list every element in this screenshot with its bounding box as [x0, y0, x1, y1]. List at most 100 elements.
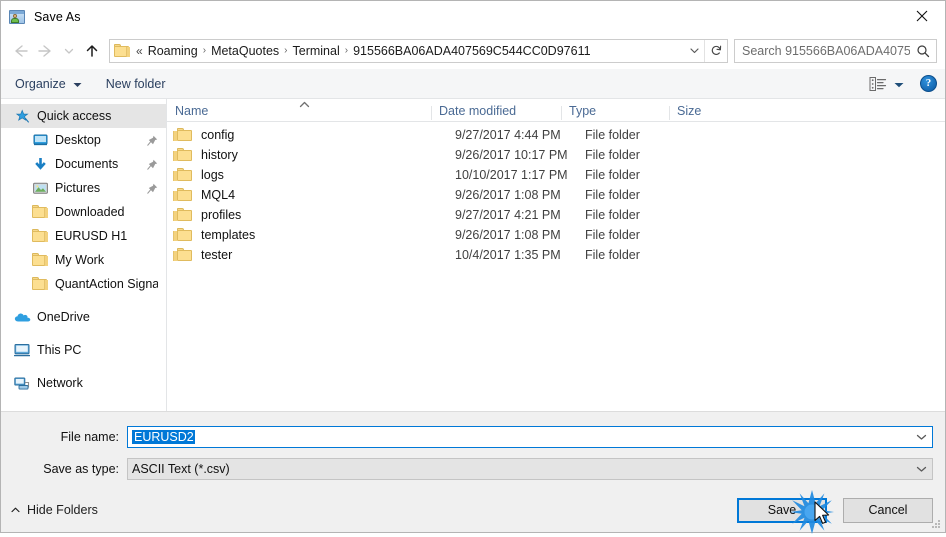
save-as-dialog: Save As « Roaming › MetaQuotes › Termina… [0, 0, 946, 534]
folder-icon [173, 208, 193, 222]
sidebar-item-quick-access[interactable]: Quick access [1, 104, 166, 128]
sidebar-item-my-work[interactable]: My Work [1, 248, 166, 272]
table-row[interactable]: logs 10/10/2017 1:17 PM File folder [167, 165, 945, 185]
sidebar-item-this-pc[interactable]: This PC [1, 338, 166, 362]
table-row[interactable]: history 9/26/2017 10:17 PM File folder [167, 145, 945, 165]
sidebar-item-pictures[interactable]: Pictures [1, 176, 166, 200]
organize-button[interactable]: Organize [15, 77, 82, 91]
back-button[interactable] [7, 38, 33, 64]
sidebar-item-label: Desktop [55, 133, 101, 147]
breadcrumb-overflow[interactable]: « [135, 44, 145, 58]
file-name: tester [201, 248, 233, 262]
folder-icon [173, 248, 193, 262]
table-row[interactable]: config 9/27/2017 4:44 PM File folder [167, 125, 945, 145]
file-date: 9/27/2017 4:21 PM [455, 208, 561, 222]
save-as-type-label: Save as type: [43, 461, 119, 476]
breadcrumb-separator: › [284, 45, 288, 56]
sidebar-item-eurusd-h1[interactable]: EURUSD H1 [1, 224, 166, 248]
breadcrumb-item-3[interactable]: 915566BA06ADA407569C544CC0D97611 [350, 44, 593, 58]
file-date: 10/4/2017 1:35 PM [455, 248, 561, 262]
forward-button[interactable] [33, 38, 59, 64]
column-header-type[interactable]: Type [561, 104, 669, 121]
column-header-date-modified[interactable]: Date modified [431, 104, 561, 121]
search-input[interactable]: Search 915566BA06ADA40756... [734, 38, 937, 63]
cloud-icon [13, 309, 31, 325]
file-list-pane: Name Date modified Type Size config 9/27… [167, 99, 945, 411]
picture-icon [31, 180, 49, 196]
new-folder-button[interactable]: New folder [106, 77, 166, 91]
view-caret-down-icon [894, 77, 904, 91]
pin-icon[interactable] [147, 159, 158, 170]
address-bar[interactable]: « Roaming › MetaQuotes › Terminal › 9155… [109, 38, 728, 63]
address-chevron-down-icon[interactable] [684, 40, 704, 62]
breadcrumb-separator: › [202, 45, 207, 56]
sidebar-item-label: OneDrive [37, 310, 90, 324]
file-name-value: EURUSD2 [132, 429, 195, 444]
star-pin-icon [13, 108, 31, 124]
file-type: File folder [585, 128, 640, 142]
folder-icon [173, 188, 193, 202]
file-name-row: File name: EURUSD2 [1, 424, 945, 449]
navigation-bar: « Roaming › MetaQuotes › Terminal › 9155… [1, 32, 945, 69]
pin-icon[interactable] [147, 183, 158, 194]
table-row[interactable]: profiles 9/27/2017 4:21 PM File folder [167, 205, 945, 225]
file-name-value-wrap: EURUSD2 [128, 429, 910, 444]
sidebar-item-onedrive[interactable]: OneDrive [1, 305, 166, 329]
dialog-body: Quick access Desktop Documents Pictures … [1, 99, 945, 411]
sidebar-item-label: Downloaded [55, 205, 125, 219]
search-placeholder: Search 915566BA06ADA40756... [742, 43, 910, 58]
view-options-button[interactable] [869, 76, 904, 92]
file-name: logs [201, 168, 224, 182]
save-as-type-chevron-down-icon[interactable] [910, 459, 932, 479]
refresh-icon[interactable] [704, 39, 727, 62]
file-type: File folder [585, 148, 640, 162]
table-row[interactable]: tester 10/4/2017 1:35 PM File folder [167, 245, 945, 265]
breadcrumb-separator: › [344, 45, 349, 56]
close-icon[interactable] [899, 1, 945, 31]
sidebar-item-desktop[interactable]: Desktop [1, 128, 166, 152]
resize-grip[interactable] [930, 518, 942, 530]
sidebar-item-quantaction-signal[interactable]: QuantAction Signal [1, 272, 166, 296]
caret-up-icon [11, 507, 20, 513]
save-as-app-icon [9, 9, 26, 25]
sidebar-item-label: My Work [55, 253, 105, 267]
network-icon [13, 375, 31, 391]
up-button[interactable] [79, 38, 105, 64]
table-row[interactable]: templates 9/26/2017 1:08 PM File folder [167, 225, 945, 245]
file-type: File folder [585, 168, 640, 182]
sidebar-item-label: Network [37, 376, 83, 390]
hide-folders-button[interactable]: Hide Folders [11, 503, 98, 517]
table-row[interactable]: MQL4 9/26/2017 1:08 PM File folder [167, 185, 945, 205]
save-as-type-select[interactable]: ASCII Text (*.csv) [127, 457, 933, 480]
file-date: 9/26/2017 1:08 PM [455, 188, 561, 202]
organize-label: Organize [15, 76, 66, 91]
file-date: 9/26/2017 10:17 PM [455, 148, 568, 162]
pin-icon[interactable] [147, 135, 158, 146]
title-bar: Save As [1, 1, 945, 32]
file-name: MQL4 [201, 188, 236, 202]
search-icon[interactable] [910, 44, 936, 58]
sidebar-item-label: QuantAction Signal [55, 277, 158, 291]
caret-down-icon [73, 77, 82, 91]
sidebar-item-network[interactable]: Network [1, 371, 166, 395]
save-button[interactable]: Save [737, 497, 827, 523]
help-icon[interactable]: ? [920, 75, 937, 92]
breadcrumb: « Roaming › MetaQuotes › Terminal › 9155… [133, 44, 684, 58]
recent-locations-chevron-down-icon[interactable] [59, 38, 79, 64]
file-name-input[interactable]: EURUSD2 [127, 425, 933, 448]
column-header-size[interactable]: Size [669, 104, 751, 121]
dialog-footer: Hide Folders Save Cancel [1, 488, 945, 532]
breadcrumb-item-1[interactable]: MetaQuotes [208, 44, 282, 58]
navigation-pane: Quick access Desktop Documents Pictures … [1, 99, 167, 411]
cancel-button[interactable]: Cancel [843, 497, 933, 523]
sidebar-item-downloaded[interactable]: Downloaded [1, 200, 166, 224]
file-date: 9/27/2017 4:44 PM [455, 128, 561, 142]
breadcrumb-item-2[interactable]: Terminal [290, 44, 343, 58]
file-type: File folder [585, 248, 640, 262]
breadcrumb-item-0[interactable]: Roaming [145, 44, 201, 58]
file-name-chevron-down-icon[interactable] [910, 427, 932, 447]
sidebar-item-label: This PC [37, 343, 82, 357]
sidebar-item-documents[interactable]: Documents [1, 152, 166, 176]
